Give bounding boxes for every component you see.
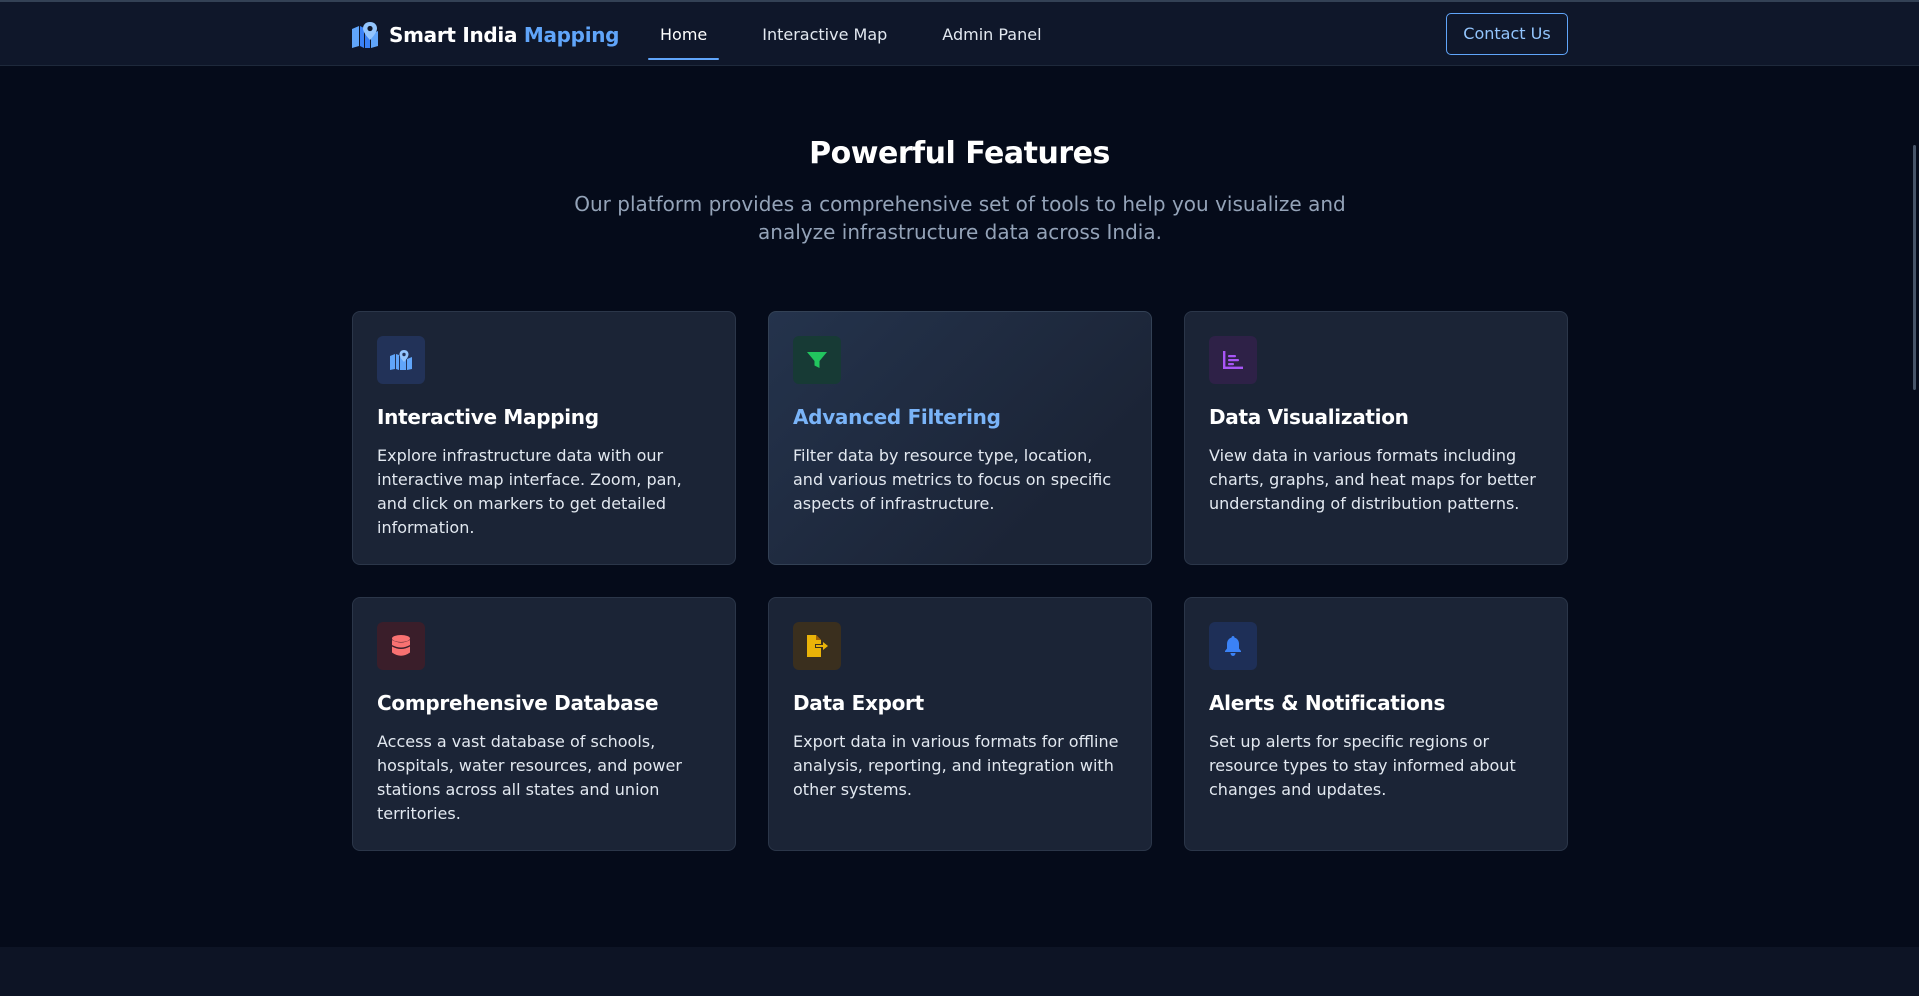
database-icon	[392, 635, 410, 656]
contact-us-button[interactable]: Contact Us	[1446, 13, 1568, 55]
feature-icon-box	[793, 336, 841, 384]
feature-title: Data Export	[793, 691, 924, 715]
feature-icon-box	[377, 622, 425, 670]
feature-icon-box	[793, 622, 841, 670]
feature-title: Alerts & Notifications	[1209, 691, 1446, 715]
file-export-icon	[807, 635, 828, 657]
feature-description: Access a vast database of schools, hospi…	[377, 732, 682, 823]
map-icon	[390, 350, 412, 370]
feature-card-data-visualization[interactable]: Data Visualization View data in various …	[1184, 311, 1568, 565]
feature-description: Set up alerts for specific regions or re…	[1209, 732, 1516, 799]
nav-admin-panel[interactable]: Admin Panel	[930, 4, 1053, 66]
feature-title: Interactive Mapping	[377, 405, 599, 429]
page-scrollbar[interactable]	[1913, 145, 1916, 390]
bell-icon	[1225, 636, 1241, 656]
main-nav: Home Interactive Map Admin Panel	[648, 4, 1085, 66]
nav-home[interactable]: Home	[648, 4, 720, 66]
feature-title: Advanced Filtering	[793, 405, 1001, 429]
feature-card-interactive-mapping[interactable]: Interactive Mapping Explore infrastructu…	[352, 311, 736, 565]
feature-title: Comprehensive Database	[377, 691, 659, 715]
feature-title: Data Visualization	[1209, 405, 1409, 429]
nav-interactive-map[interactable]: Interactive Map	[750, 4, 899, 66]
brand-name-accent: Mapping	[523, 23, 620, 47]
navbar: Smart India Mapping Home Interactive Map…	[0, 2, 1919, 66]
brand-name-main: Smart India	[389, 23, 518, 47]
map-pin-icon	[352, 22, 378, 48]
chart-icon	[1223, 351, 1243, 369]
feature-description: Export data in various formats for offli…	[793, 732, 1119, 799]
next-section-band	[0, 947, 1919, 996]
feature-description: Filter data by resource type, location, …	[793, 446, 1112, 513]
brand-logo[interactable]: Smart India Mapping	[351, 20, 620, 50]
features-title: Powerful Features	[809, 136, 1110, 171]
feature-card-alerts-notifications[interactable]: Alerts & Notifications Set up alerts for…	[1184, 597, 1568, 851]
features-grid: Interactive Mapping Explore infrastructu…	[352, 311, 1568, 851]
brand-name: Smart India Mapping	[389, 23, 620, 47]
filter-icon	[807, 352, 827, 368]
feature-description: View data in various formats including c…	[1209, 446, 1536, 513]
feature-card-data-export[interactable]: Data Export Export data in various forma…	[768, 597, 1152, 851]
feature-icon-box	[1209, 622, 1257, 670]
features-subtitle: Our platform provides a comprehensive se…	[574, 192, 1346, 244]
feature-card-comprehensive-database[interactable]: Comprehensive Database Access a vast dat…	[352, 597, 736, 851]
feature-icon-box	[377, 336, 425, 384]
feature-icon-box	[1209, 336, 1257, 384]
feature-description: Explore infrastructure data with our int…	[377, 446, 682, 537]
feature-card-advanced-filtering[interactable]: Advanced Filtering Filter data by resour…	[768, 311, 1152, 565]
